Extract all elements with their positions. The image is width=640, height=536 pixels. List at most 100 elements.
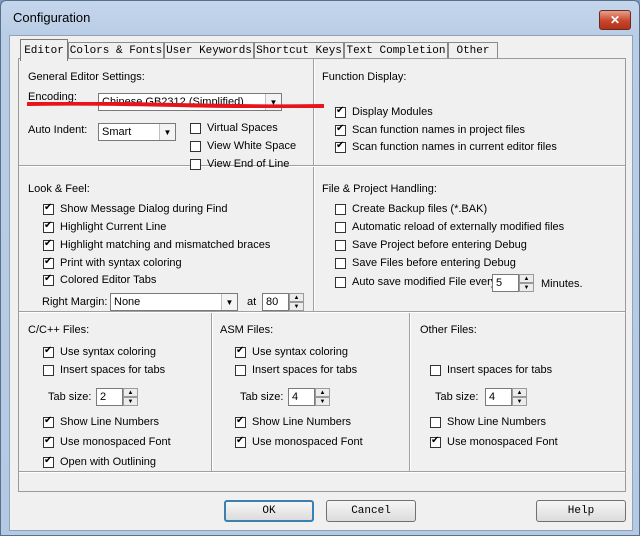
help-button[interactable]: Help [536,500,626,522]
checkbox-box[interactable] [430,435,441,448]
cpp-tab-size-value[interactable]: 2 [96,388,123,406]
create-backup-checkbox[interactable]: Create Backup files (*.BAK) [335,203,487,215]
checkbox-box[interactable] [335,140,346,153]
cpp-use-syntax-checkbox[interactable]: Use syntax coloring [43,345,156,358]
checkbox-box[interactable] [235,364,246,376]
other-insert-spaces-label: Insert spaces for tabs [447,364,553,376]
other-tab-size-value[interactable]: 4 [485,388,512,406]
checkbox-box[interactable] [43,273,54,286]
checkbox-box[interactable] [430,416,441,428]
checkbox-box[interactable] [190,158,201,170]
auto-reload-checkbox[interactable]: Automatic reload of externally modified … [335,221,564,233]
auto-save-checkbox[interactable]: Auto save modified File every [335,276,496,288]
checkbox-box[interactable] [43,238,54,251]
view-end-of-line-label: View End of Line [207,158,290,170]
chevron-down-icon[interactable]: ▼ [159,124,175,140]
show-message-checkbox[interactable]: Show Message Dialog during Find [43,202,228,215]
spin-up-icon[interactable]: ▲ [123,388,138,397]
spinner-buttons[interactable]: ▲ ▼ [315,388,330,406]
asm-insert-spaces-checkbox[interactable]: Insert spaces for tabs [235,364,357,376]
checkbox-box[interactable] [43,345,54,358]
ok-button[interactable]: OK [224,500,314,522]
auto-indent-select[interactable]: Smart ▼ [98,123,176,141]
tab-shortcut-keys[interactable]: Shortcut Keys [254,42,344,59]
print-syntax-checkbox[interactable]: Print with syntax coloring [43,256,182,269]
checkbox-box[interactable] [335,276,346,288]
spin-down-icon[interactable]: ▼ [519,283,534,292]
checkbox-box[interactable] [43,435,54,448]
checkbox-box[interactable] [335,123,346,136]
title-bar[interactable]: Configuration ✕ [1,1,639,35]
checkbox-box[interactable] [335,257,346,269]
asm-tab-size-value[interactable]: 4 [288,388,315,406]
spin-up-icon[interactable]: ▲ [315,388,330,397]
spin-up-icon[interactable]: ▲ [512,388,527,397]
checkbox-box[interactable] [43,364,54,376]
cancel-button[interactable]: Cancel [326,500,416,522]
checkbox-box[interactable] [335,239,346,251]
checkbox-box[interactable] [190,140,201,152]
right-margin-spinner[interactable]: 80 ▲ ▼ [262,293,304,311]
tab-user-keywords[interactable]: User Keywords [164,42,254,59]
asm-use-syntax-checkbox[interactable]: Use syntax coloring [235,345,348,358]
save-project-label: Save Project before entering Debug [352,239,527,251]
asm-tab-size-spinner[interactable]: 4 ▲ ▼ [288,388,330,406]
close-button[interactable]: ✕ [599,10,631,30]
spin-up-icon[interactable]: ▲ [289,293,304,302]
cpp-line-numbers-checkbox[interactable]: Show Line Numbers [43,415,159,428]
view-end-of-line-checkbox[interactable]: View End of Line [190,158,289,170]
checkbox-box[interactable] [335,105,346,118]
spinner-buttons[interactable]: ▲ ▼ [289,293,304,311]
cpp-monospaced-checkbox[interactable]: Use monospaced Font [43,435,171,448]
checkbox-box[interactable] [235,435,246,448]
spinner-buttons[interactable]: ▲ ▼ [519,274,534,292]
right-margin-select[interactable]: None ▼ [110,293,238,311]
chevron-down-icon[interactable]: ▼ [221,294,237,310]
cpp-tab-size-spinner[interactable]: 2 ▲ ▼ [96,388,138,406]
save-files-checkbox[interactable]: Save Files before entering Debug [335,257,516,269]
asm-line-numbers-checkbox[interactable]: Show Line Numbers [235,415,351,428]
spin-down-icon[interactable]: ▼ [512,397,527,406]
spinner-buttons[interactable]: ▲ ▼ [123,388,138,406]
other-monospaced-checkbox[interactable]: Use monospaced Font [430,435,558,448]
tab-other[interactable]: Other [448,42,498,59]
view-white-space-checkbox[interactable]: View White Space [190,140,296,152]
spin-down-icon[interactable]: ▼ [123,397,138,406]
highlight-braces-checkbox[interactable]: Highlight matching and mismatched braces [43,238,270,251]
save-project-checkbox[interactable]: Save Project before entering Debug [335,239,527,251]
tab-text-completion[interactable]: Text Completion [344,42,448,59]
auto-save-minutes-value[interactable]: 5 [492,274,519,292]
checkbox-box[interactable] [190,122,201,134]
checkbox-box[interactable] [43,256,54,269]
display-modules-checkbox[interactable]: Display Modules [335,105,433,118]
right-margin-at-value[interactable]: 80 [262,293,289,311]
checkbox-box[interactable] [43,455,54,468]
checkbox-box[interactable] [235,415,246,428]
cpp-outlining-checkbox[interactable]: Open with Outlining [43,455,156,468]
highlight-line-checkbox[interactable]: Highlight Current Line [43,220,166,233]
cpp-insert-spaces-checkbox[interactable]: Insert spaces for tabs [43,364,165,376]
scan-project-checkbox[interactable]: Scan function names in project files [335,123,525,136]
scan-editor-checkbox[interactable]: Scan function names in current editor fi… [335,140,557,153]
spin-up-icon[interactable]: ▲ [519,274,534,283]
spin-down-icon[interactable]: ▼ [315,397,330,406]
other-insert-spaces-checkbox[interactable]: Insert spaces for tabs [430,364,552,376]
checkbox-box[interactable] [43,415,54,428]
asm-tab-size-label: Tab size: [240,391,284,403]
asm-monospaced-checkbox[interactable]: Use monospaced Font [235,435,363,448]
virtual-spaces-checkbox[interactable]: Virtual Spaces [190,122,278,134]
tab-colors-fonts[interactable]: Colors & Fonts [68,42,164,59]
spin-down-icon[interactable]: ▼ [289,302,304,311]
checkbox-box[interactable] [335,221,346,233]
spinner-buttons[interactable]: ▲ ▼ [512,388,527,406]
checkbox-box[interactable] [235,345,246,358]
checkbox-box[interactable] [43,220,54,233]
auto-save-spinner[interactable]: 5 ▲ ▼ [492,274,534,292]
checkbox-box[interactable] [43,202,54,215]
tab-editor[interactable]: Editor [20,39,68,61]
other-tab-size-spinner[interactable]: 4 ▲ ▼ [485,388,527,406]
checkbox-box[interactable] [335,203,346,215]
other-line-numbers-checkbox[interactable]: Show Line Numbers [430,416,546,428]
colored-tabs-checkbox[interactable]: Colored Editor Tabs [43,273,156,286]
checkbox-box[interactable] [430,364,441,376]
